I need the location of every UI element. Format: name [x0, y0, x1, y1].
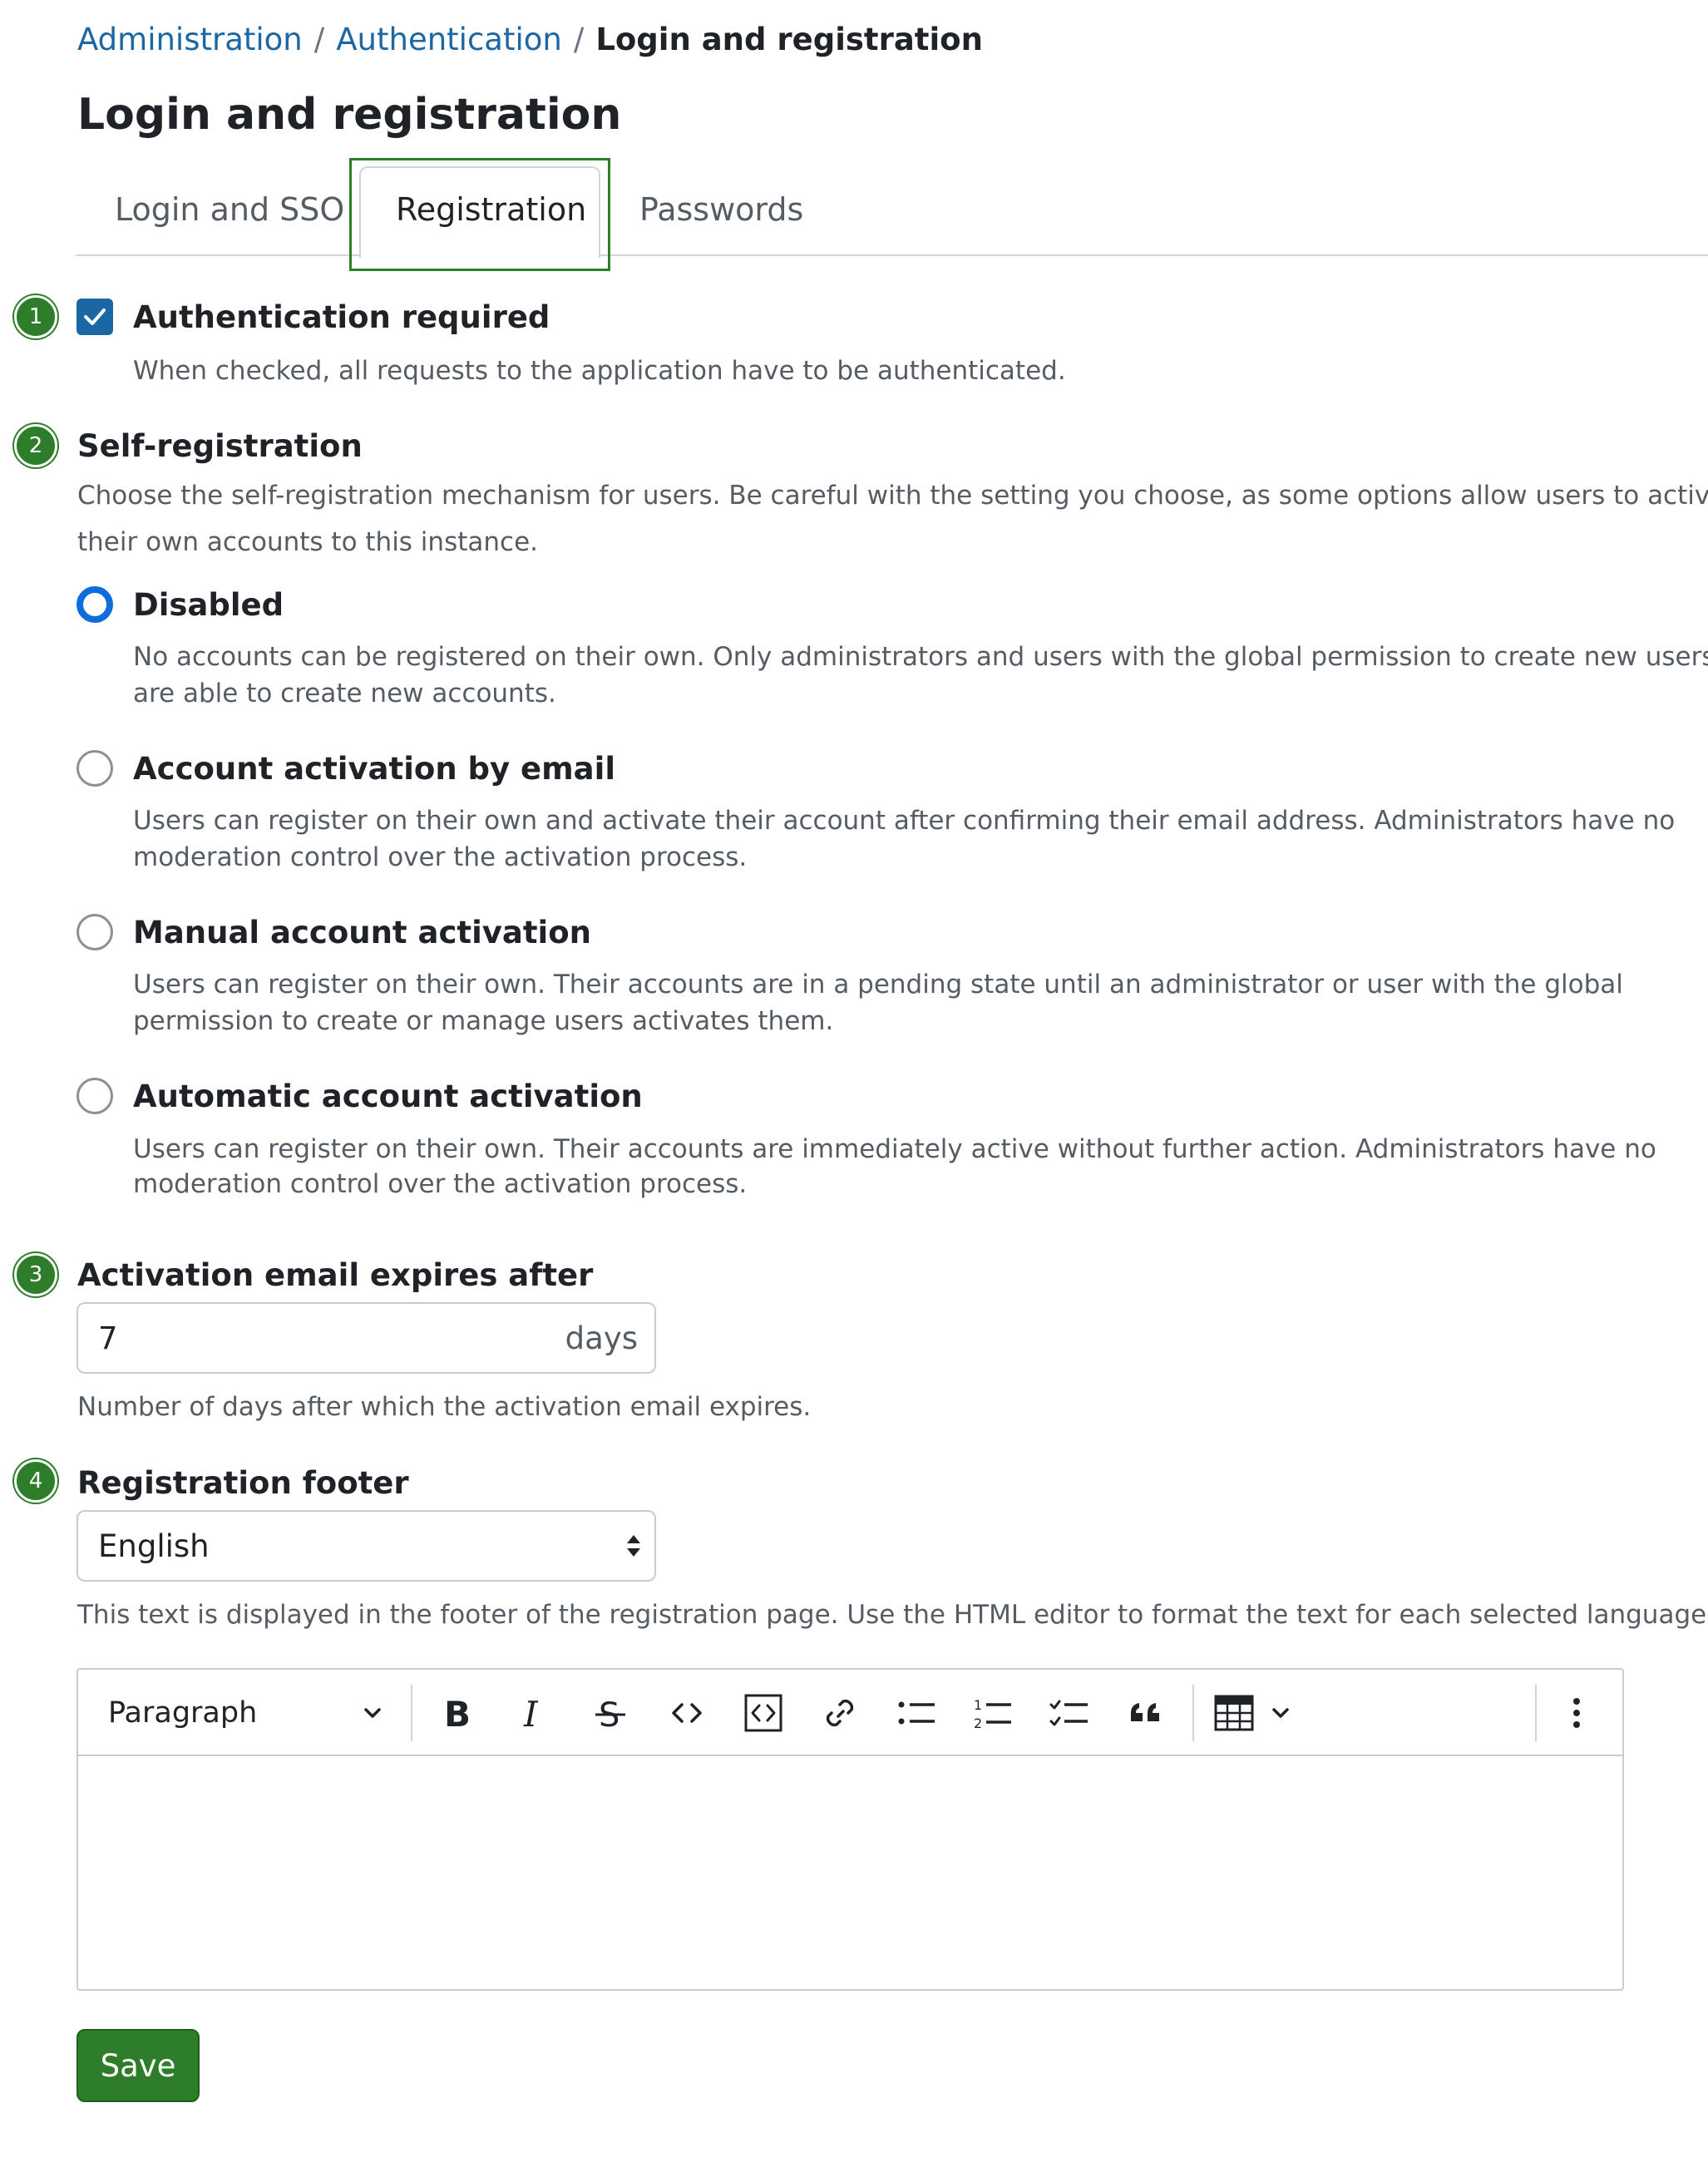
svg-text:B: B	[444, 1695, 471, 1731]
step-badge-1: 1	[14, 295, 57, 338]
option-manual-activation-help-line1: Users can register on their own. Their a…	[133, 970, 1623, 1000]
svg-text:1: 1	[974, 1697, 982, 1713]
activation-expiry-value[interactable]: 7	[98, 1320, 118, 1356]
breadcrumb-separator: /	[573, 22, 585, 57]
inline-code-icon[interactable]	[664, 1693, 710, 1733]
breadcrumb-link-authentication[interactable]: Authentication	[336, 22, 562, 57]
activation-expiry-label: Activation email expires after	[77, 1257, 594, 1293]
radio-disabled[interactable]	[77, 586, 113, 623]
radio-account-activation-by-email[interactable]	[77, 750, 113, 787]
option-manual-activation-label[interactable]: Manual account activation	[133, 915, 591, 950]
paragraph-style-dropdown[interactable]: Paragraph	[108, 1693, 257, 1733]
radio-manual-account-activation[interactable]	[77, 914, 113, 950]
bold-icon[interactable]: B	[434, 1693, 481, 1733]
editor-content-area[interactable]	[78, 1758, 1622, 1991]
tabs-divider	[76, 254, 1708, 256]
todo-list-icon[interactable]	[1046, 1693, 1093, 1733]
select-arrows-icon	[627, 1535, 640, 1557]
more-options-icon[interactable]	[1557, 1693, 1597, 1733]
table-icon[interactable]	[1211, 1693, 1257, 1733]
option-disabled-help-line2: are able to create new accounts.	[133, 679, 556, 708]
toolbar-divider	[411, 1685, 412, 1741]
editor-toolbar: Paragraph B I S 12	[78, 1670, 1622, 1756]
tab-registration-label[interactable]: Registration	[396, 191, 586, 228]
page-title: Login and registration	[77, 90, 622, 140]
option-email-activation-help-line1: Users can register on their own and acti…	[133, 806, 1676, 836]
option-manual-activation-help-line2: permission to create or manage users act…	[133, 1006, 834, 1036]
table-chevron-down-icon[interactable]	[1266, 1693, 1296, 1733]
breadcrumb-link-administration[interactable]: Administration	[77, 22, 303, 57]
step-badge-4: 4	[14, 1459, 57, 1503]
breadcrumb-separator: /	[313, 22, 325, 57]
self-registration-label: Self-registration	[77, 428, 363, 464]
strikethrough-icon[interactable]: S	[587, 1693, 634, 1733]
auth-required-label[interactable]: Authentication required	[133, 299, 550, 335]
save-button[interactable]: Save	[77, 2029, 200, 2102]
link-icon[interactable]	[817, 1693, 863, 1733]
breadcrumb: Administration / Authentication / Login …	[77, 22, 983, 57]
svg-text:I: I	[523, 1695, 539, 1731]
breadcrumb-current: Login and registration	[595, 22, 983, 57]
activation-expiry-help: Number of days after which the activatio…	[77, 1392, 812, 1422]
svg-text:2: 2	[974, 1715, 982, 1731]
option-email-activation-help-line2: moderation control over the activation p…	[133, 842, 748, 872]
chevron-down-icon[interactable]	[356, 1693, 389, 1733]
rich-text-editor[interactable]: Paragraph B I S 12	[77, 1668, 1624, 1991]
language-select[interactable]: English	[77, 1510, 656, 1582]
option-email-activation-label[interactable]: Account activation by email	[133, 751, 615, 787]
registration-footer-label: Registration footer	[77, 1465, 409, 1501]
tab-login-and-sso[interactable]: Login and SSO	[115, 191, 344, 228]
option-disabled-label[interactable]: Disabled	[133, 587, 284, 623]
step-badge-3: 3	[14, 1253, 57, 1296]
italic-icon[interactable]: I	[511, 1693, 557, 1733]
tab-passwords[interactable]: Passwords	[639, 191, 803, 228]
self-registration-help-line1: Choose the self-registration mechanism f…	[77, 481, 1708, 511]
activation-expiry-unit: days	[565, 1320, 638, 1356]
step-badge-2: 2	[14, 424, 57, 467]
option-disabled-help-line1: No accounts can be registered on their o…	[133, 642, 1708, 672]
code-block-icon[interactable]	[740, 1693, 787, 1733]
auth-required-help: When checked, all requests to the applic…	[133, 356, 1066, 386]
bulleted-list-icon[interactable]	[893, 1693, 940, 1733]
toolbar-divider	[1192, 1685, 1194, 1741]
option-automatic-activation-label[interactable]: Automatic account activation	[133, 1079, 643, 1114]
option-automatic-activation-help-line2: moderation control over the activation p…	[133, 1169, 748, 1199]
self-registration-help-line2: their own accounts to this instance.	[77, 527, 538, 557]
numbered-list-icon[interactable]: 12	[970, 1693, 1016, 1733]
radio-automatic-account-activation[interactable]	[77, 1078, 113, 1114]
toolbar-divider	[1535, 1685, 1537, 1741]
option-automatic-activation-help-line1: Users can register on their own. Their a…	[133, 1134, 1656, 1164]
auth-required-checkbox[interactable]	[77, 299, 113, 335]
blockquote-icon[interactable]	[1123, 1693, 1169, 1733]
registration-footer-help: This text is displayed in the footer of …	[77, 1600, 1708, 1630]
language-select-value: English	[98, 1528, 210, 1564]
checkmark-icon	[84, 309, 106, 325]
activation-expiry-input[interactable]: 7 days	[77, 1302, 656, 1374]
